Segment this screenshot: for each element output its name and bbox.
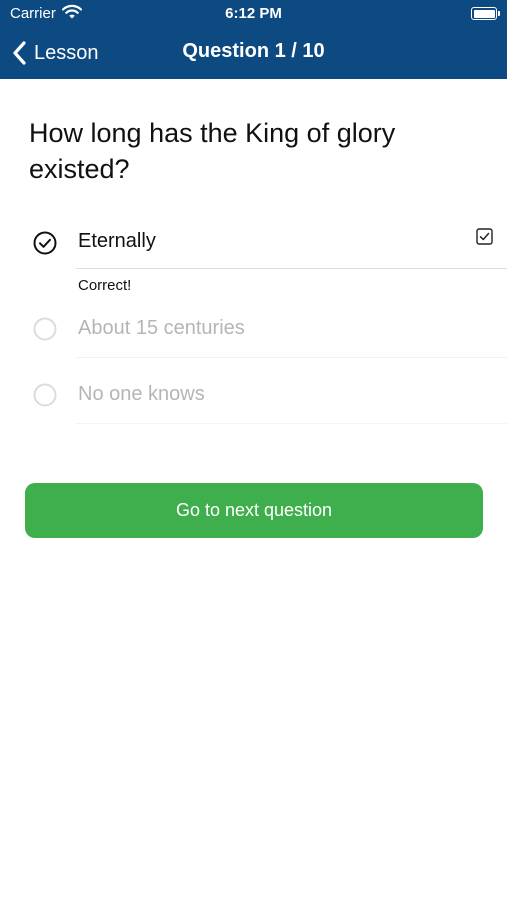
answer-option-eternally[interactable]: Eternally [0, 212, 507, 272]
option-label: About 15 centuries [78, 317, 245, 339]
option-label: No one knows [78, 383, 205, 405]
option-divider [76, 357, 507, 358]
status-bar: Carrier 6:12 PM [0, 0, 507, 28]
option-label: Eternally [78, 230, 156, 252]
checkbox-checked-icon [476, 228, 493, 245]
battery-icon [471, 7, 500, 20]
radio-empty-icon [33, 383, 57, 407]
page-title: Question 1 / 10 [182, 40, 325, 62]
next-question-button[interactable]: Go to next question [25, 483, 483, 538]
option-divider [76, 423, 507, 424]
answer-option-about-15-centuries[interactable]: About 15 centuries [0, 298, 507, 358]
navigation-bar: Lesson Question 1 / 10 [0, 28, 507, 79]
top-bar: Carrier 6:12 PM Lesson Question 1 / 10 [0, 0, 507, 79]
check-circle-icon [33, 231, 57, 255]
option-divider [76, 268, 507, 269]
answer-option-no-one-knows[interactable]: No one knows [0, 364, 507, 424]
radio-empty-icon [33, 317, 57, 341]
feedback-text: Correct! [78, 277, 132, 294]
status-time: 6:12 PM [225, 5, 282, 22]
question-text: How long has the King of glory existed? [29, 118, 396, 184]
